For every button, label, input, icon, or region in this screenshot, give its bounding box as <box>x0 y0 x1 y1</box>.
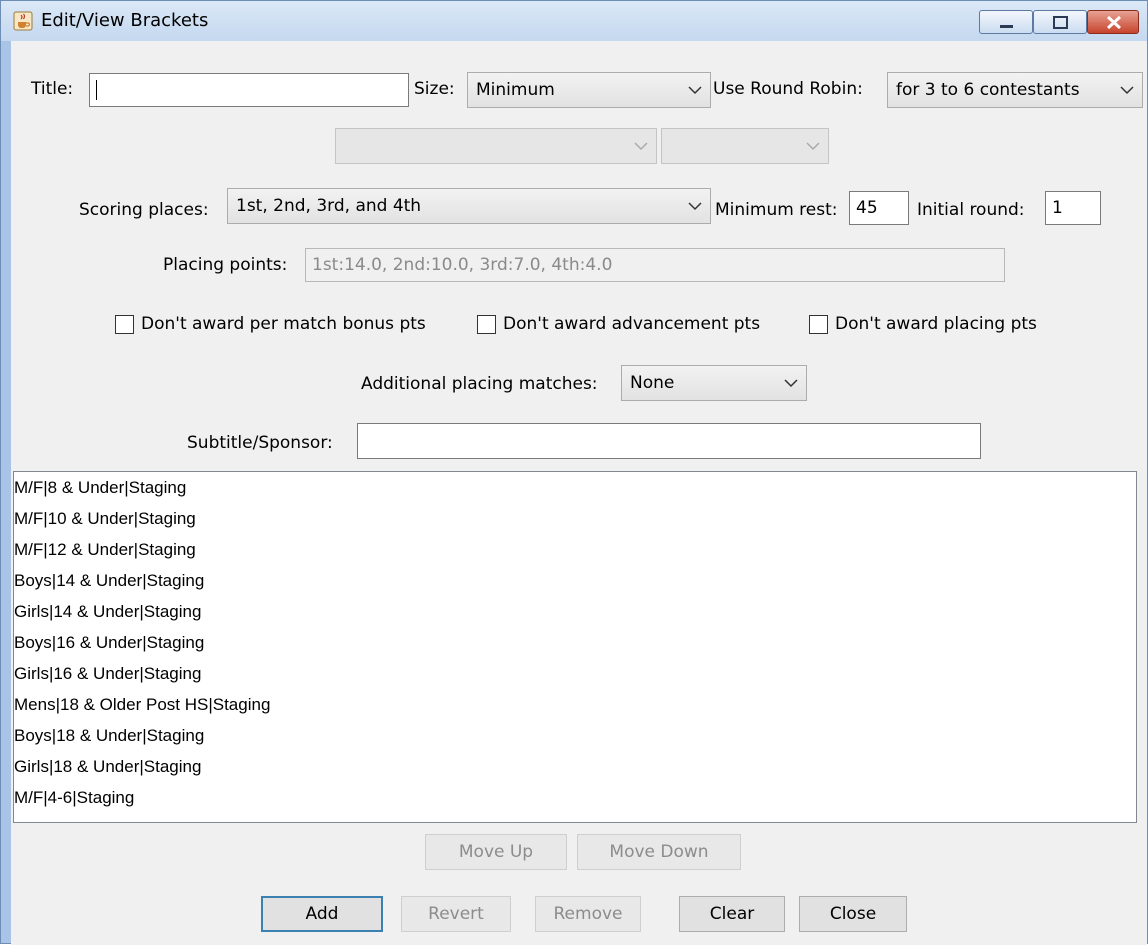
list-item[interactable]: M/F|4-6|Staging <box>14 782 1136 813</box>
chevron-down-icon <box>806 142 820 151</box>
chevron-down-icon <box>688 86 702 95</box>
title-label: Title: <box>31 79 74 99</box>
list-item[interactable]: Boys|18 & Under|Staging <box>14 720 1136 751</box>
round-robin-label: Use Round Robin: <box>713 79 863 99</box>
close-button[interactable]: Close <box>799 896 907 932</box>
minimize-icon <box>1000 25 1013 28</box>
add-button[interactable]: Add <box>261 896 383 932</box>
no-placing-pts-label[interactable]: Don't award placing pts <box>835 314 1037 334</box>
title-input[interactable] <box>89 73 409 107</box>
dialog-content: Title: Size: Minimum Use Round Robin: fo… <box>11 41 1147 945</box>
clear-button[interactable]: Clear <box>679 896 785 932</box>
subtitle-label: Subtitle/Sponsor: <box>187 433 333 453</box>
revert-button[interactable]: Revert <box>401 896 511 932</box>
minimize-button[interactable] <box>979 10 1033 34</box>
minimum-rest-label: Minimum rest: <box>715 200 838 220</box>
edit-view-brackets-window: Edit/View Brackets Title: Size: Minimum … <box>0 0 1148 945</box>
round-robin-select[interactable]: for 3 to 6 contestants <box>887 72 1143 108</box>
scoring-places-label: Scoring places: <box>79 200 209 220</box>
maximize-icon <box>1053 16 1068 29</box>
chevron-down-icon <box>1120 86 1134 95</box>
initial-round-input[interactable]: 1 <box>1045 191 1101 225</box>
no-placing-pts-checkbox[interactable] <box>809 315 828 334</box>
extra-option-select-1[interactable] <box>335 128 657 164</box>
size-label: Size: <box>414 79 455 99</box>
java-cup-icon <box>13 11 33 31</box>
list-item[interactable]: Boys|16 & Under|Staging <box>14 627 1136 658</box>
initial-round-label: Initial round: <box>917 200 1025 220</box>
size-select[interactable]: Minimum <box>467 72 711 108</box>
list-item[interactable]: Girls|14 & Under|Staging <box>14 596 1136 627</box>
brackets-list[interactable]: M/F|8 & Under|Staging M/F|10 & Under|Sta… <box>13 471 1137 823</box>
no-bonus-pts-label[interactable]: Don't award per match bonus pts <box>141 314 426 334</box>
move-down-button[interactable]: Move Down <box>577 834 741 870</box>
close-icon <box>1106 15 1122 30</box>
minimum-rest-input[interactable]: 45 <box>849 191 909 225</box>
no-advancement-pts-checkbox[interactable] <box>477 315 496 334</box>
text-caret <box>96 80 97 100</box>
list-item[interactable]: M/F|10 & Under|Staging <box>14 503 1136 534</box>
list-item[interactable]: Girls|18 & Under|Staging <box>14 751 1136 782</box>
list-item[interactable]: M/F|8 & Under|Staging <box>14 472 1136 503</box>
list-item[interactable]: Mens|18 & Older Post HS|Staging <box>14 689 1136 720</box>
extra-option-select-2[interactable] <box>661 128 829 164</box>
maximize-button[interactable] <box>1033 10 1087 34</box>
no-advancement-pts-label[interactable]: Don't award advancement pts <box>503 314 760 334</box>
move-up-button[interactable]: Move Up <box>425 834 567 870</box>
list-item[interactable]: Boys|14 & Under|Staging <box>14 565 1136 596</box>
chevron-down-icon <box>688 202 702 211</box>
chevron-down-icon <box>634 142 648 151</box>
close-window-button[interactable] <box>1087 10 1139 34</box>
placing-points-label: Placing points: <box>163 255 288 275</box>
list-item[interactable]: M/F|12 & Under|Staging <box>14 534 1136 565</box>
title-bar[interactable]: Edit/View Brackets <box>1 1 1147 41</box>
no-bonus-pts-checkbox[interactable] <box>115 315 134 334</box>
placing-points-input[interactable]: 1st:14.0, 2nd:10.0, 3rd:7.0, 4th:4.0 <box>305 248 1005 282</box>
subtitle-input[interactable] <box>357 423 981 459</box>
chevron-down-icon <box>784 379 798 388</box>
additional-matches-select[interactable]: None <box>621 365 807 401</box>
remove-button[interactable]: Remove <box>535 896 641 932</box>
list-item[interactable]: Girls|16 & Under|Staging <box>14 658 1136 689</box>
additional-matches-label: Additional placing matches: <box>361 374 598 394</box>
scoring-places-select[interactable]: 1st, 2nd, 3rd, and 4th <box>227 188 711 224</box>
window-title: Edit/View Brackets <box>41 10 209 31</box>
